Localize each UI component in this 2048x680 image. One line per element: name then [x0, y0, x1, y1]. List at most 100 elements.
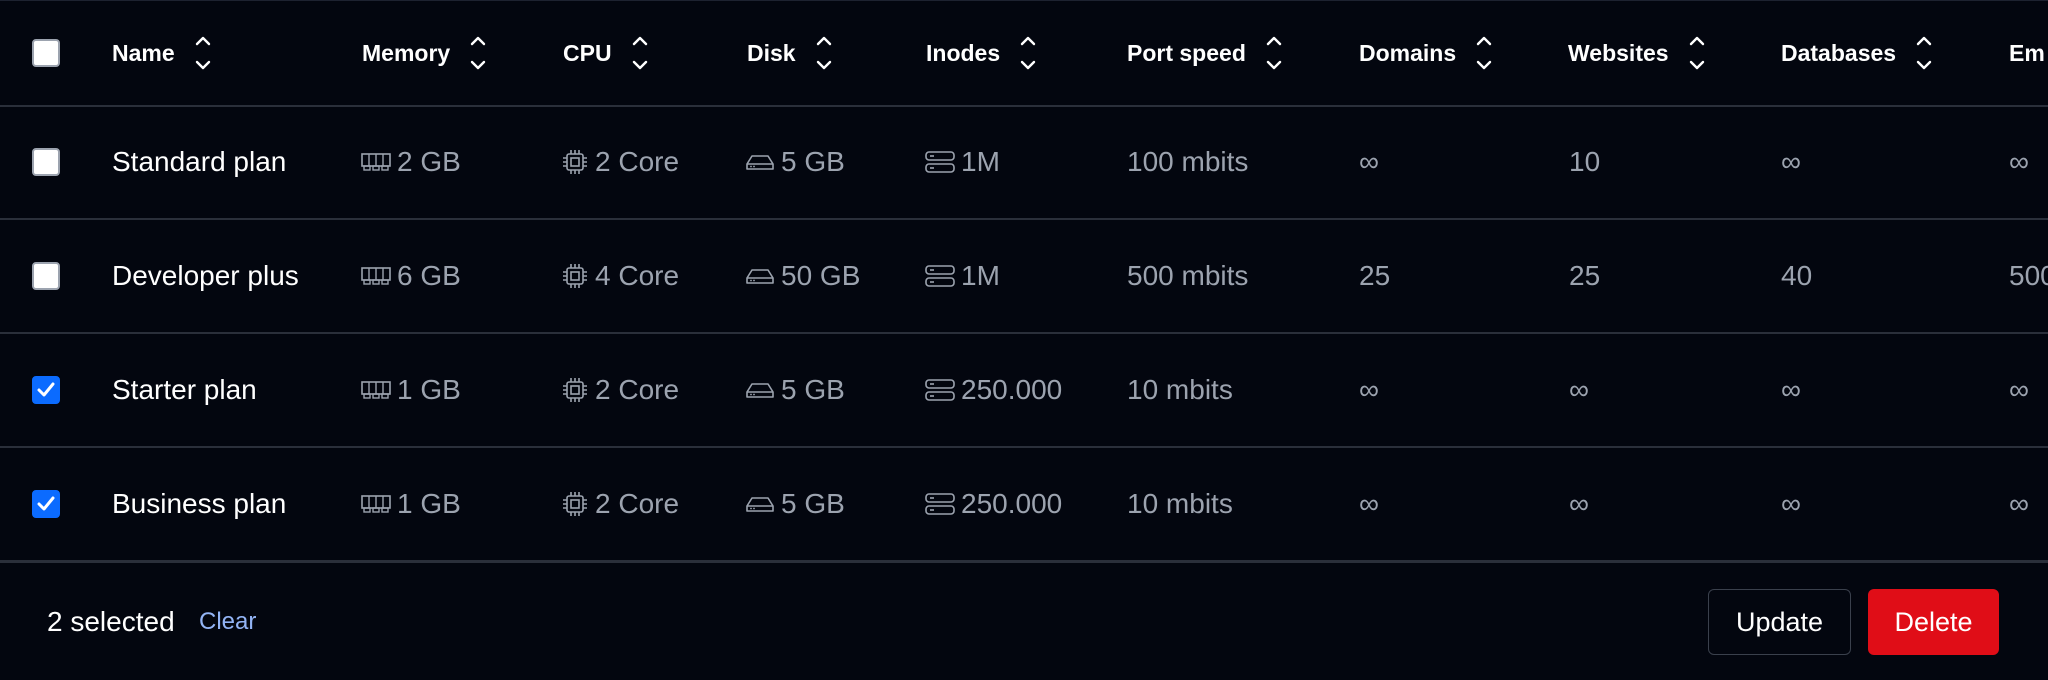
column-header-emails[interactable]: Em: [2009, 1, 2045, 105]
update-button[interactable]: Update: [1708, 589, 1851, 655]
disk-cell: 5 GB: [745, 334, 845, 446]
domains-value: ∞: [1359, 488, 1379, 519]
disk-value: 50 GB: [781, 260, 861, 291]
port-speed-value: 100 mbits: [1127, 146, 1249, 177]
sort-icon[interactable]: [1264, 32, 1284, 74]
inodes-value: 1M: [961, 260, 1000, 291]
column-header-name[interactable]: Name: [112, 1, 213, 105]
table-row[interactable]: Starter plan 1 GB 2 Core 5 GB 250.000 10…: [0, 334, 2048, 448]
select-all-checkbox[interactable]: [32, 39, 60, 67]
memory-icon: [361, 379, 391, 401]
memory-cell: 6 GB: [361, 220, 461, 332]
table-row[interactable]: Standard plan 2 GB 2 Core 5 GB 1M 100 mb…: [0, 106, 2048, 220]
row-checkbox[interactable]: [32, 376, 60, 404]
cpu-value: 2 Core: [595, 488, 680, 519]
column-header-label: Websites: [1568, 39, 1669, 66]
column-header-port-speed[interactable]: Port speed: [1127, 1, 1284, 105]
cpu-icon: [561, 376, 589, 404]
disk-icon: [745, 380, 775, 400]
column-header-databases[interactable]: Databases: [1781, 1, 1934, 105]
column-header-label: CPU: [563, 39, 612, 66]
delete-button[interactable]: Delete: [1868, 589, 1999, 655]
inodes-cell: 1M: [925, 220, 1000, 332]
plan-name: Starter plan: [112, 374, 257, 405]
sort-icon[interactable]: [468, 32, 488, 74]
row-select-cell: [32, 334, 60, 446]
port-speed-value: 10 mbits: [1127, 374, 1233, 405]
column-header-domains[interactable]: Domains: [1359, 1, 1494, 105]
checkmark-icon: [37, 496, 55, 511]
row-checkbox[interactable]: [32, 262, 60, 290]
server-icon: [925, 150, 955, 174]
row-checkbox[interactable]: [32, 490, 60, 518]
sort-icon[interactable]: [814, 32, 834, 74]
row-checkbox[interactable]: [32, 148, 60, 176]
cpu-icon: [561, 148, 589, 176]
memory-value: 6 GB: [397, 260, 461, 291]
disk-icon: [745, 266, 775, 286]
plan-name: Developer plus: [112, 260, 299, 291]
column-header-label: Em: [2009, 39, 2045, 66]
clear-selection-link[interactable]: Clear: [199, 563, 256, 680]
column-header-label: Databases: [1781, 39, 1897, 66]
cpu-cell: 2 Core: [561, 334, 679, 446]
cpu-value: 2 Core: [595, 146, 680, 177]
plan-name: Business plan: [112, 488, 287, 519]
memory-value: 2 GB: [397, 146, 461, 177]
column-header-disk[interactable]: Disk: [747, 1, 834, 105]
disk-cell: 5 GB: [745, 448, 845, 560]
server-icon: [925, 378, 955, 402]
table-row[interactable]: Business plan 1 GB 2 Core 5 GB 250.000 1…: [0, 448, 2048, 563]
sort-icon[interactable]: [193, 32, 213, 74]
domains-value: ∞: [1359, 374, 1379, 405]
websites-value: ∞: [1569, 374, 1589, 405]
inodes-value: 250.000: [961, 488, 1063, 519]
cpu-cell: 4 Core: [561, 220, 679, 332]
databases-value: ∞: [1781, 488, 1801, 519]
plans-table: Name Memory CPU Disk Inodes Port speed D…: [0, 0, 2048, 563]
inodes-value: 250.000: [961, 374, 1063, 405]
checkmark-icon: [37, 382, 55, 397]
databases-value: 40: [1781, 260, 1813, 291]
row-select-cell: [32, 106, 60, 218]
inodes-cell: 250.000: [925, 448, 1062, 560]
disk-value: 5 GB: [781, 146, 845, 177]
cpu-icon: [561, 262, 589, 290]
column-header-memory[interactable]: Memory: [362, 1, 488, 105]
memory-cell: 1 GB: [361, 334, 461, 446]
bulk-action-bar: 2 selected Clear Update Delete: [0, 563, 2048, 680]
emails-value: ∞: [2009, 146, 2029, 177]
sort-icon[interactable]: [1474, 32, 1494, 74]
disk-value: 5 GB: [781, 488, 845, 519]
column-header-label: Port speed: [1127, 39, 1246, 66]
column-header-websites[interactable]: Websites: [1568, 1, 1707, 105]
cpu-cell: 2 Core: [561, 448, 679, 560]
disk-icon: [745, 152, 775, 172]
select-all-cell: [32, 1, 60, 105]
column-header-cpu[interactable]: CPU: [563, 1, 650, 105]
disk-value: 5 GB: [781, 374, 845, 405]
memory-icon: [361, 151, 391, 173]
memory-icon: [361, 493, 391, 515]
table-header: Name Memory CPU Disk Inodes Port speed D…: [0, 0, 2048, 107]
emails-value: ∞: [2009, 374, 2029, 405]
port-speed-value: 10 mbits: [1127, 488, 1233, 519]
table-row[interactable]: Developer plus 6 GB 4 Core 50 GB 1M 500 …: [0, 220, 2048, 334]
databases-value: ∞: [1781, 374, 1801, 405]
emails-value: ∞: [2009, 488, 2029, 519]
sort-icon[interactable]: [630, 32, 650, 74]
domains-value: 25: [1359, 260, 1391, 291]
cpu-icon: [561, 490, 589, 518]
websites-value: 25: [1569, 260, 1601, 291]
sort-icon[interactable]: [1914, 32, 1934, 74]
inodes-cell: 1M: [925, 106, 1000, 218]
column-header-label: Name: [112, 39, 175, 66]
sort-icon[interactable]: [1018, 32, 1038, 74]
sort-icon[interactable]: [1687, 32, 1707, 74]
websites-value: ∞: [1569, 488, 1589, 519]
memory-value: 1 GB: [397, 374, 461, 405]
column-header-label: Memory: [362, 39, 451, 66]
server-icon: [925, 492, 955, 516]
column-header-inodes[interactable]: Inodes: [926, 1, 1038, 105]
databases-value: ∞: [1781, 146, 1801, 177]
